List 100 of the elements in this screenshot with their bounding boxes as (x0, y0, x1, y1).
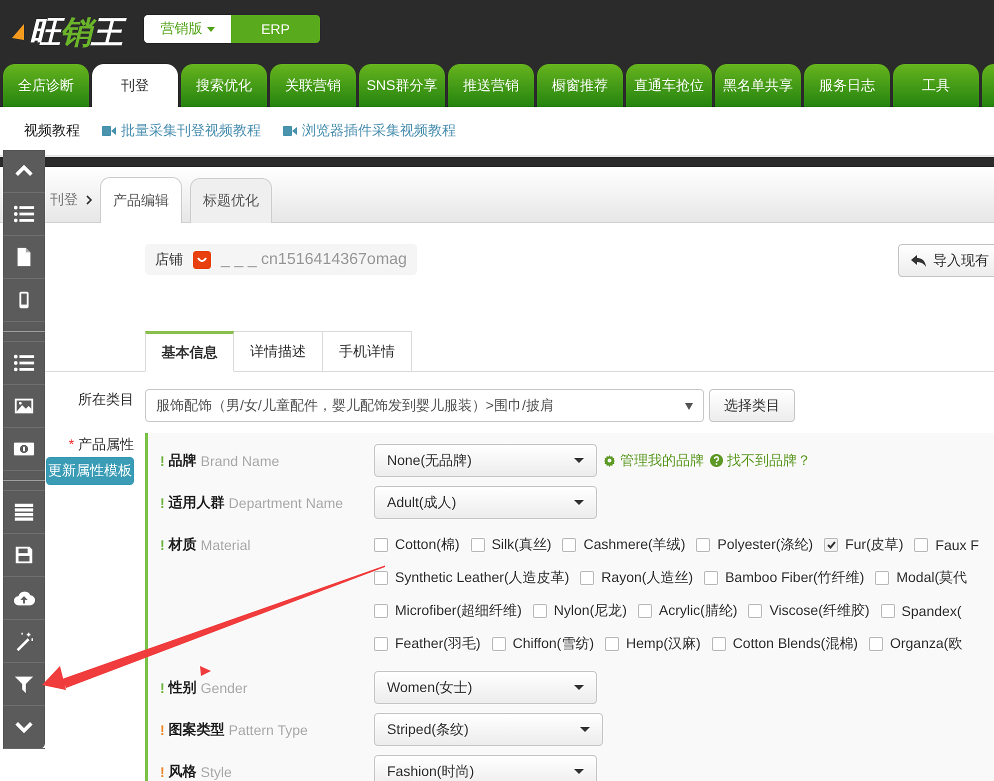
checkbox[interactable] (532, 604, 547, 618)
choose-category-button[interactable]: 选择类目 (709, 389, 795, 422)
breadcrumb-link[interactable]: 刊登 (50, 190, 78, 208)
attribute-name-english: Style (200, 764, 232, 780)
video-camera-icon (283, 126, 297, 136)
checkbox[interactable] (748, 604, 762, 618)
caret-icon (580, 727, 590, 732)
flag-mark: ! (160, 764, 165, 780)
dropdown[interactable]: Women(女士) (374, 671, 597, 704)
nav-tab[interactable]: 推送营销 (448, 64, 534, 107)
flag-mark: ! (160, 494, 165, 510)
form-tab[interactable]: 详情描述 (234, 331, 323, 372)
nav-tab[interactable]: SNS群分享 (359, 64, 445, 107)
edition-tab[interactable]: ERP (231, 15, 320, 43)
required-mark: * (68, 436, 74, 452)
nav-tab[interactable]: 服务日志 (804, 64, 890, 107)
attribute-name: 品牌 (168, 452, 197, 470)
flag-mark: ! (160, 452, 165, 468)
logo: 旺销王 (26, 11, 130, 53)
option-label: Microfiber(超细纤维) (395, 602, 522, 620)
option-label: Cashmere(羊绒) (583, 536, 686, 554)
checkbox[interactable] (580, 570, 594, 584)
checkbox[interactable] (868, 636, 883, 650)
option-label: Fur(皮草) (845, 536, 904, 554)
update-template-button[interactable]: 更新属性模板 (46, 457, 134, 485)
nav-tab[interactable]: 关联营销 (270, 64, 356, 107)
option-label: Hemp(汉麻) (626, 634, 701, 652)
checkbox[interactable] (374, 636, 388, 650)
nav-tab[interactable]: 搜索优化 (181, 64, 267, 107)
video-link[interactable]: 批量采集刊登视频教程 (102, 122, 261, 140)
attribute-name: 风格 (168, 762, 197, 780)
checkbox[interactable] (712, 636, 726, 650)
brand-link[interactable]: 管理我的品牌 (603, 452, 704, 470)
nav-tab[interactable]: 刊登 (92, 64, 178, 107)
flag-mark: ! (160, 680, 165, 696)
chevron-right-icon (86, 194, 92, 204)
form-tab[interactable]: 基本信息 (145, 331, 234, 372)
attribute-name-english: Gender (200, 680, 248, 696)
checkbox[interactable] (492, 636, 506, 650)
nav-tab[interactable]: 橱窗推荐 (537, 64, 623, 107)
option-label: Spandex( (902, 602, 962, 618)
store-name: _ _ _ cn1516414367omag (221, 250, 407, 268)
import-button[interactable]: 导入现有 (898, 244, 994, 277)
checkbox[interactable] (875, 570, 890, 584)
field-label: 产品属性 (78, 436, 134, 452)
pointer-triangle (200, 666, 211, 676)
option-label: Cotton Blends(混棉) (732, 634, 858, 652)
checkbox[interactable] (374, 604, 388, 618)
checkbox[interactable] (638, 604, 652, 618)
dropdown[interactable]: None(无品牌) (374, 444, 597, 477)
field-label: 所在类目 (78, 391, 134, 407)
attribute-name: 图案类型 (168, 720, 225, 738)
option-label: Chiffon(雪纺) (512, 634, 594, 652)
attribute-name: 材质 (168, 536, 197, 554)
store-label: 店铺 (155, 250, 183, 268)
list-icon[interactable] (13, 203, 35, 225)
nav-tab[interactable]: 黑名单共享 (715, 64, 801, 107)
checkbox[interactable] (562, 538, 576, 552)
caret-icon (574, 685, 584, 690)
flag-mark: ! (160, 722, 165, 738)
option-label: Bamboo Fiber(竹纤维) (725, 568, 864, 586)
checkbox[interactable] (605, 636, 620, 650)
option-label: Cotton(棉) (395, 536, 460, 554)
option-label: Faux F (935, 536, 979, 552)
video-link[interactable]: 浏览器插件采集视频教程 (283, 122, 456, 140)
page-tab[interactable]: 产品编辑 (100, 177, 182, 223)
option-label: Viscose(纤维胶) (769, 602, 870, 620)
page-tab[interactable]: 标题优化 (190, 178, 272, 223)
checkbox[interactable] (374, 538, 388, 552)
edition-tab[interactable]: 营销版 (144, 15, 231, 43)
category-select[interactable]: 服饰配饰（男/女/儿童配件，婴儿配饰发到婴儿服装）>围巾/披肩 (145, 389, 704, 422)
section-title: 视频教程 (24, 122, 80, 140)
dropdown[interactable]: Fashion(时尚) (374, 755, 597, 781)
caret-icon (574, 500, 584, 505)
option-label: Feather(羽毛) (395, 634, 481, 652)
checkbox[interactable] (704, 570, 718, 584)
nav-tab[interactable]: 直通车抢位 (626, 64, 712, 107)
checkbox[interactable] (914, 538, 928, 552)
list-icon[interactable] (13, 352, 35, 374)
checkbox[interactable] (696, 538, 710, 552)
option-label: Organza(欧 (890, 634, 962, 652)
attribute-name: 性别 (168, 678, 197, 696)
checkbox[interactable] (374, 570, 388, 584)
caret-icon (574, 458, 584, 463)
nav-tab[interactable]: 工具 (893, 64, 979, 107)
attribute-name-english: Material (200, 536, 250, 552)
form-tab[interactable]: 手机详情 (323, 331, 412, 372)
attribute-name-english: Pattern Type (228, 722, 308, 738)
checkbox[interactable] (824, 538, 838, 552)
table-list-icon[interactable] (13, 501, 35, 523)
brand-link[interactable]: 找不到品牌？ (710, 452, 811, 470)
checkbox[interactable] (470, 538, 485, 552)
reply-icon (911, 254, 927, 266)
dropdown[interactable]: Adult(成人) (374, 486, 597, 519)
checkbox[interactable] (880, 604, 895, 618)
save-icon[interactable] (13, 544, 35, 566)
option-label: Acrylic(腈纶) (658, 602, 738, 620)
dropdown[interactable]: Striped(条纹) (374, 713, 603, 746)
nav-tab[interactable]: 全店诊断 (3, 64, 89, 107)
option-label: Silk(真丝) (492, 536, 552, 554)
